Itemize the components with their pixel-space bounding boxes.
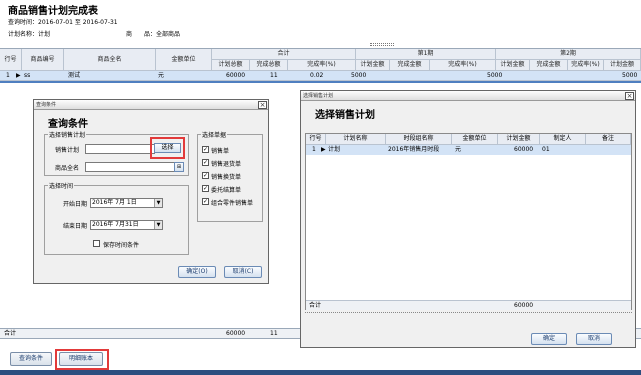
plan-grid[interactable]: 行号 计划名称 时段组名称 金额单位 计划金额 制定人 备注 1 ▶ 计划 20…	[305, 133, 632, 310]
bill-checkbox-5[interactable]: ✓	[202, 198, 209, 205]
dialog-heading: 查询条件	[48, 119, 88, 130]
detail-ledger-button[interactable]: 明细账本	[59, 352, 103, 366]
col-p3-plan[interactable]: 计划金额	[604, 60, 641, 71]
col-p2-rate[interactable]: 完成率(%)	[568, 60, 604, 71]
col-plan-total[interactable]: 计划总额	[212, 60, 250, 71]
row-pointer-icon: ▶	[16, 72, 21, 79]
time-group: 选择时间 开始日期 2016年 7月 1日 ▼ 结束日期 2016年 7月31日…	[44, 181, 189, 255]
row-p3-plan: 5000	[622, 72, 638, 79]
col-period[interactable]: 时段组名称	[386, 134, 452, 145]
dialog-heading: 选择销售计划	[315, 110, 375, 121]
col-p1-plan[interactable]: 计划金额	[356, 60, 390, 71]
row-index: 1	[6, 72, 10, 79]
row-pointer-icon: ▶	[321, 146, 326, 153]
footer-done-total: 11	[270, 330, 278, 337]
col-done-total[interactable]: 完成总额	[250, 60, 288, 71]
plan-input[interactable]	[85, 144, 155, 154]
row-divider	[0, 81, 641, 83]
col-rate[interactable]: 完成率(%)	[288, 60, 356, 71]
col-index[interactable]: 行号	[0, 49, 22, 71]
plan-info: 计划名称：计划 商 品：全部商品	[8, 31, 180, 38]
close-icon[interactable]: ×	[258, 101, 267, 109]
bill-checkbox-2[interactable]: ✓	[202, 159, 209, 166]
horizontal-scrollbar[interactable]	[305, 312, 632, 317]
dialog-titlebar[interactable]: 查询条件 ×	[34, 100, 268, 110]
row-unit: 元	[158, 72, 165, 79]
row-done-total: 11	[270, 72, 278, 79]
table-row[interactable]: 1 ▶ ss 测试 元 60000 11 0.02 5000 5000 5000	[0, 71, 641, 81]
col-unit[interactable]: 金额单位	[156, 49, 212, 71]
col-index[interactable]: 行号	[306, 134, 326, 145]
plan-grid-footer: 合计 60000	[306, 300, 631, 310]
bills-group: 选择单据 ✓ 销售单 ✓ 销售退货单 ✓ 销售换货单 ✓ 委托结算单 ✓ 组合零…	[197, 130, 263, 222]
col-remark[interactable]: 备注	[586, 134, 631, 145]
col-unit[interactable]: 金额单位	[452, 134, 498, 145]
query-dialog: 查询条件 × 查询条件 选择销售计划 销售计划 商品全名 ⊞ 选择 选择时间 开…	[33, 99, 269, 284]
row-p2-plan: 5000	[487, 72, 503, 79]
col-p2-done[interactable]: 完成金额	[530, 60, 568, 71]
bill-checkbox-4[interactable]: ✓	[202, 185, 209, 192]
col-creator[interactable]: 制定人	[540, 134, 586, 145]
row-code: ss	[24, 72, 31, 79]
group-period-2: 第2期	[496, 49, 641, 60]
row-p1-plan: 5000	[351, 72, 367, 79]
col-p1-rate[interactable]: 完成率(%)	[430, 60, 496, 71]
product-input[interactable]	[85, 162, 184, 172]
col-code[interactable]: 商品编号	[22, 49, 64, 71]
query-time: 查询时间：2016-07-01 至 2016-07-31	[8, 19, 118, 26]
footer-plan-total: 60000	[226, 330, 246, 337]
group-total: 合计	[212, 49, 356, 60]
splitter-handle[interactable]	[370, 43, 394, 46]
group-period-1: 第1期	[356, 49, 496, 60]
row-name: 测试	[68, 72, 81, 79]
col-p1-done[interactable]: 完成金额	[390, 60, 430, 71]
bill-checkbox-3[interactable]: ✓	[202, 172, 209, 179]
grid-header: 行号 商品编号 商品全名 金额单位 合计 第1期 第2期 计划总额 完成总额 完…	[0, 49, 641, 71]
bottom-bar	[0, 370, 641, 375]
plan-dialog: 选择销售计划 × 选择销售计划 行号 计划名称 时段组名称 金额单位 计划金额 …	[300, 90, 636, 348]
bill-checkbox-1[interactable]: ✓	[202, 146, 209, 153]
plan-cancel-button[interactable]: 取消	[576, 333, 612, 345]
plan-ok-button[interactable]: 确定	[531, 333, 567, 345]
query-ok-button[interactable]: 确定(O)	[178, 266, 216, 278]
row-rate: 0.02	[310, 72, 324, 79]
col-name[interactable]: 商品全名	[64, 49, 156, 71]
footer-label: 合计	[4, 330, 17, 337]
select-plan-button[interactable]: 选择	[154, 143, 181, 153]
report-title: 商品销售计划完成表	[8, 6, 98, 17]
save-time-checkbox[interactable]	[93, 240, 100, 247]
end-date-picker[interactable]: 2016年 7月31日 ▼	[90, 220, 163, 230]
close-icon[interactable]: ×	[625, 92, 634, 100]
chevron-down-icon[interactable]: ▼	[154, 199, 162, 207]
col-plan-name[interactable]: 计划名称	[326, 134, 386, 145]
start-date-picker[interactable]: 2016年 7月 1日 ▼	[90, 198, 163, 208]
product-lookup-icon[interactable]: ⊞	[174, 162, 184, 172]
row-plan-total: 60000	[226, 72, 246, 79]
query-button[interactable]: 查询条件	[10, 352, 52, 366]
query-cancel-button[interactable]: 取消(C)	[224, 266, 262, 278]
chevron-down-icon[interactable]: ▼	[154, 221, 162, 229]
col-p2-plan[interactable]: 计划金额	[496, 60, 530, 71]
dialog-titlebar[interactable]: 选择销售计划 ×	[301, 91, 635, 101]
col-amount[interactable]: 计划金额	[498, 134, 540, 145]
table-row[interactable]: 1 ▶ 计划 2016年销售月时段 元 60000 01	[306, 145, 631, 155]
